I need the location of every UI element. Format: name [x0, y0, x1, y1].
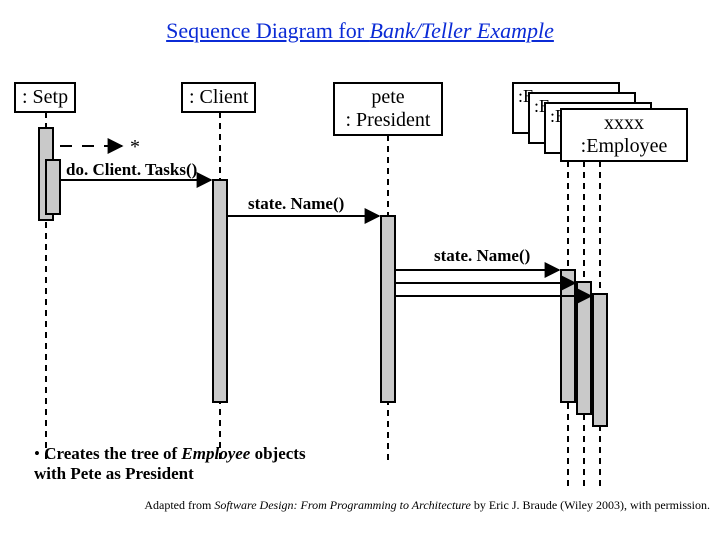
- attr-a: Adapted from: [144, 498, 214, 512]
- participant-pete: pete : President: [333, 82, 443, 136]
- msg-statename-2: state. Name(): [434, 246, 530, 266]
- attribution: Adapted from Software Design: From Progr…: [0, 498, 710, 513]
- activation-setp-inner: [46, 160, 60, 214]
- activation-emp-3: [593, 294, 607, 426]
- activation-emp-2: [577, 282, 591, 414]
- diagram-note: • Creates the tree of Employee objects w…: [34, 444, 306, 485]
- participant-pete-line2: : President: [346, 109, 431, 131]
- participant-emp-top: xxxx: [604, 112, 644, 134]
- note-b: Employee: [181, 444, 250, 463]
- participant-emp-bottom: Employee: [586, 135, 667, 157]
- participant-client-label: : Client: [189, 86, 248, 108]
- participant-pete-line1: pete: [371, 86, 404, 108]
- activation-client: [213, 180, 227, 402]
- participant-emp-front: xxxx :Employee: [560, 108, 688, 162]
- note-c: objects: [250, 444, 305, 463]
- msg-doclienttasks: do. Client. Tasks(): [66, 160, 197, 180]
- attr-c: by Eric J. Braude (Wiley 2003), with per…: [471, 498, 710, 512]
- note-d: with Pete as President: [34, 464, 194, 483]
- loop-asterisk: *: [130, 136, 140, 159]
- attr-b: Software Design: From Programming to Arc…: [214, 498, 471, 512]
- note-a: Creates the tree of: [40, 444, 181, 463]
- msg-statename-1: state. Name(): [248, 194, 344, 214]
- activation-pete: [381, 216, 395, 402]
- activation-emp-1: [561, 270, 575, 402]
- participant-setp-label: : Setp: [22, 86, 68, 108]
- participant-client: : Client: [181, 82, 256, 113]
- participant-setp: : Setp: [14, 82, 76, 113]
